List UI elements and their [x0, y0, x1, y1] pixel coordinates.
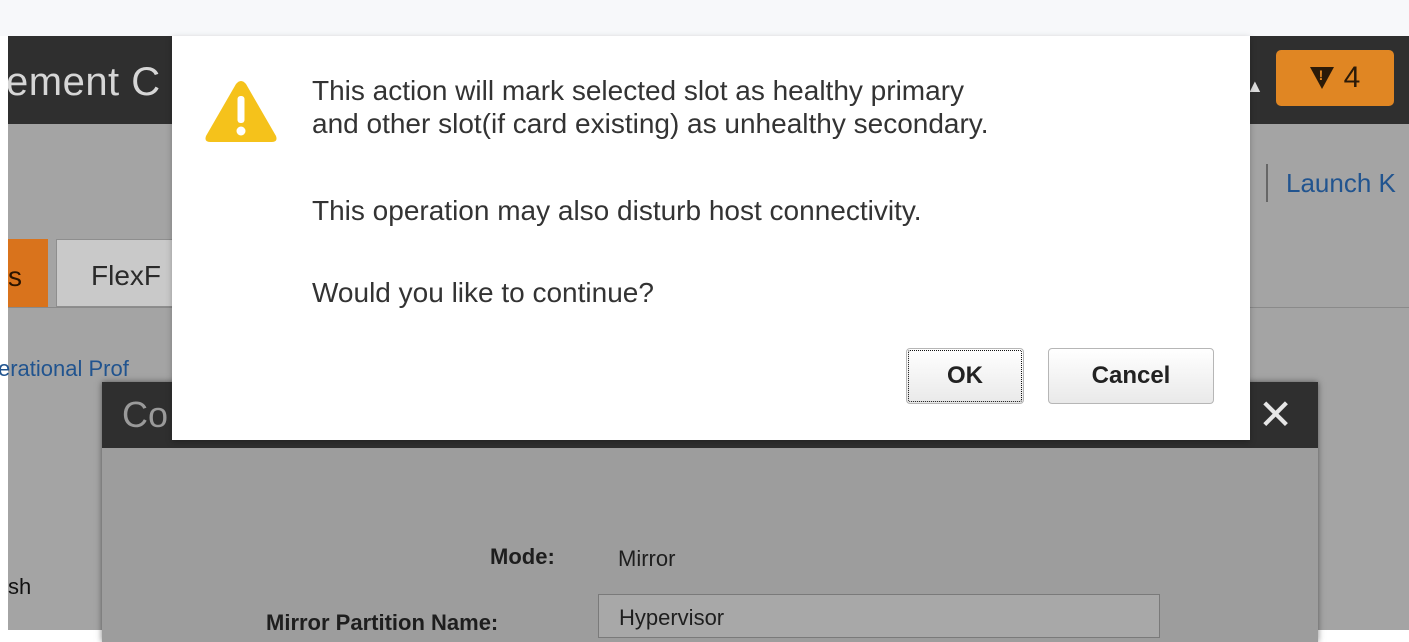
browser-strip: [0, 0, 1409, 36]
background-label: sh: [8, 574, 32, 599]
operational-profile-link[interactable]: erational Prof: [0, 356, 129, 382]
message-line: and other slot(if card existing) as unhe…: [312, 108, 989, 139]
app-title: ement C: [8, 60, 161, 104]
dialog-title: Co: [122, 394, 169, 435]
mode-label: Mode:: [490, 544, 555, 569]
mode-value: Mirror: [618, 546, 676, 571]
warning-icon: [205, 81, 277, 142]
ok-button[interactable]: OK: [906, 348, 1024, 404]
message-line: This action will mark selected slot as h…: [312, 75, 965, 106]
cancel-button[interactable]: Cancel: [1048, 348, 1214, 404]
close-icon[interactable]: ✕: [1258, 390, 1293, 439]
connectivity-warning: This operation may also disturb host con…: [312, 195, 922, 226]
toolbar-divider: [1266, 164, 1268, 202]
mirror-partition-label: Mirror Partition Name:: [266, 610, 499, 635]
continue-question: Would you like to continue?: [312, 277, 654, 308]
confirmation-dialog: This action will mark selected slot as h…: [172, 36, 1250, 440]
mirror-partition-input[interactable]: Hypervisor: [598, 594, 1160, 638]
tab-label: s: [8, 261, 22, 292]
launch-kvm-link[interactable]: Launch K: [1286, 168, 1396, 199]
alerts-badge[interactable]: 4: [1276, 50, 1394, 106]
alert-warning-icon: [1309, 67, 1334, 89]
alert-count: 4: [1343, 61, 1361, 94]
confirm-message: This action will mark selected slot as h…: [312, 74, 989, 140]
tab-active[interactable]: s: [8, 239, 48, 307]
tab-label: FlexF: [91, 260, 161, 291]
